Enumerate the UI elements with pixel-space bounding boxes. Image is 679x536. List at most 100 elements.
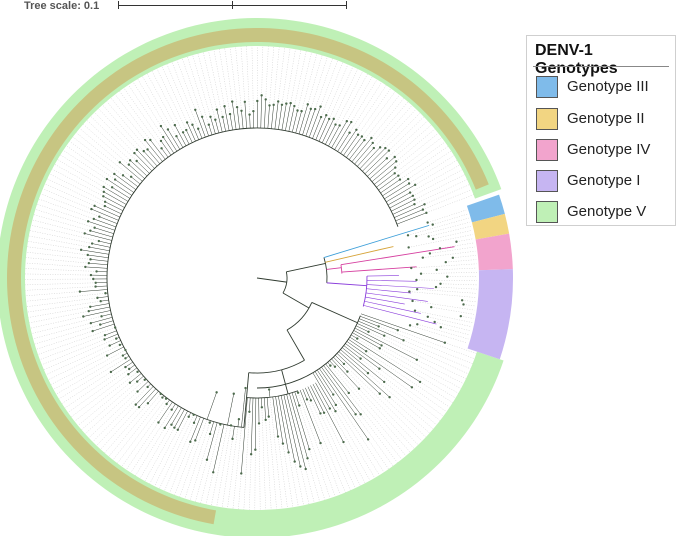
tip-node (83, 232, 86, 235)
branch-radial (84, 233, 112, 241)
tip-node (380, 344, 383, 347)
tip-guide-line (281, 48, 291, 105)
tip-node (105, 177, 109, 181)
branch-radial (299, 389, 321, 444)
tip-guide-line (42, 188, 92, 210)
tip-guide-line (320, 442, 341, 495)
tip-node (293, 104, 296, 108)
tip-node (426, 315, 430, 319)
tip-guide-line (419, 381, 453, 403)
tip-guide-line (171, 62, 199, 129)
tip-guide-line (367, 439, 389, 470)
branch-radial (315, 115, 327, 141)
tip-node (124, 357, 127, 360)
branch-radial (286, 263, 326, 273)
tip-node (146, 148, 149, 151)
tip-node (223, 105, 226, 108)
legend-swatch (536, 170, 558, 192)
branch-radial (382, 178, 409, 197)
tip-guide-line (385, 112, 421, 149)
tip-node (104, 292, 107, 295)
tip-guide-line (25, 262, 86, 268)
tip-guide-line (339, 73, 368, 126)
branch-radial (241, 388, 246, 428)
tip-guide-line (320, 413, 356, 489)
tip-node (173, 426, 176, 429)
tip-node (191, 123, 194, 126)
tip-node (285, 102, 288, 105)
tip-guide-line (409, 291, 477, 298)
tree-scale-label: Tree scale: 0.1 (24, 0, 100, 12)
tip-node (181, 131, 185, 134)
branch-radial (89, 246, 110, 252)
tip-guide-line (268, 416, 277, 510)
tip-guide-line (114, 94, 151, 141)
branch-radial (195, 418, 204, 441)
tip-guide-line (398, 141, 446, 176)
tip-node (228, 112, 232, 116)
tip-guide-line (417, 288, 477, 294)
genotype-legend: DENV-1 Genotypes Genotype III Genotype I… (526, 35, 676, 226)
tip-node (161, 135, 165, 139)
branch-radial (136, 160, 150, 174)
tip-guide-line (28, 235, 90, 248)
tip-guide-line (384, 381, 437, 425)
tip-guide-line (84, 379, 145, 435)
branch-radial (97, 296, 109, 299)
tip-node (415, 235, 418, 238)
tip-node (387, 149, 391, 152)
tip-node (434, 285, 438, 289)
tip-node (170, 408, 173, 411)
branch-radial (311, 301, 358, 324)
tip-node (113, 172, 116, 176)
tip-node (309, 399, 313, 402)
branch-radial (195, 109, 206, 138)
branch-radial (107, 346, 124, 356)
tip-node (342, 362, 346, 366)
tip-guide-line (372, 101, 409, 144)
branch-radial (274, 101, 279, 130)
tip-guide-line (265, 419, 272, 510)
branch-radial (83, 310, 111, 317)
tip-guide-line (227, 419, 240, 509)
tip-guide-line (64, 366, 126, 409)
branch-radial (384, 183, 410, 200)
tip-node (194, 439, 197, 442)
tip-guide-line (356, 85, 387, 130)
branch-radial (256, 277, 287, 283)
tip-node (240, 472, 243, 475)
branch-radial (371, 161, 397, 182)
tip-guide-line (27, 246, 88, 256)
tip-guide-line (367, 372, 434, 430)
tip-node (194, 108, 197, 111)
legend-swatch (536, 76, 558, 98)
branch-arc (340, 264, 343, 274)
tip-node (319, 412, 322, 415)
tip-guide-line (36, 330, 93, 350)
tip-guide-line (187, 56, 210, 125)
tip-node (89, 321, 93, 325)
branch-radial (147, 390, 159, 404)
tip-guide-line (258, 423, 261, 510)
tip-node (410, 266, 413, 270)
tip-guide-line (200, 424, 221, 504)
legend-label: Genotype IV (567, 141, 651, 158)
tip-node (89, 273, 93, 277)
branch-radial (236, 107, 240, 130)
tip-node (460, 299, 464, 302)
tip-node (161, 396, 164, 399)
tip-node (393, 172, 396, 175)
tip-guide-line (92, 386, 148, 442)
tip-guide-line (110, 97, 146, 141)
tip-guide-line (48, 344, 120, 380)
tip-guide-line (323, 412, 361, 486)
branch-radial (367, 158, 388, 177)
tip-guide-line (290, 50, 302, 104)
tip-guide-line (417, 324, 469, 340)
tip-guide-line (229, 47, 238, 108)
tip-node (187, 415, 190, 418)
tip-guide-line (409, 164, 460, 193)
tip-node (127, 163, 131, 166)
branch-radial (100, 320, 114, 325)
tip-guide-line (224, 48, 233, 102)
